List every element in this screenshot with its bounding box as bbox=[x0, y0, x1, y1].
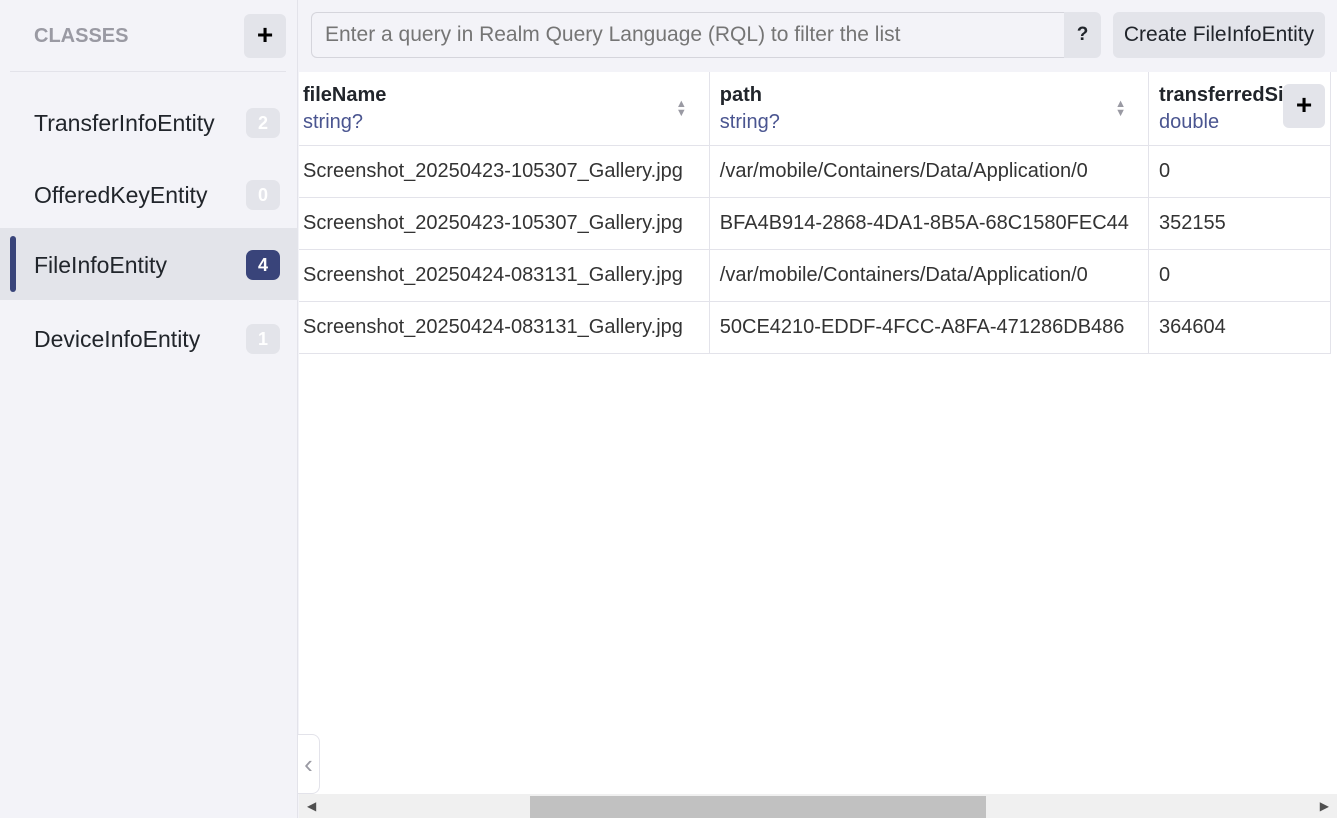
sidebar-item-label: FileInfoEntity bbox=[34, 252, 167, 278]
object-table-area: fileName string? ▲ ▼ path string? ▲ ▼ transfer… bbox=[299, 72, 1337, 794]
scrollbar-thumb[interactable] bbox=[530, 796, 986, 818]
active-indicator bbox=[10, 236, 16, 292]
column-header-path[interactable]: path string? ▲ ▼ bbox=[709, 72, 1150, 146]
create-object-button[interactable]: Create FileInfoEntity bbox=[1113, 12, 1325, 58]
table-row[interactable]: Screenshot_20250423-105307_Gallery.jpg/v… bbox=[299, 145, 1331, 198]
cell[interactable]: Screenshot_20250423-105307_Gallery.jpg bbox=[299, 145, 710, 198]
cell[interactable]: 364604 bbox=[1148, 301, 1331, 354]
cell[interactable]: 50CE4210-EDDF-4FCC-A8FA-471286DB486 bbox=[709, 301, 1150, 354]
horizontal-scrollbar[interactable]: ◀ ▶ bbox=[299, 794, 1337, 818]
count-badge: 4 bbox=[246, 250, 280, 280]
sort-icon[interactable]: ▲ ▼ bbox=[676, 99, 687, 119]
sidebar-item-transferinfoentity[interactable]: TransferInfoEntity 2 bbox=[0, 86, 298, 158]
sidebar-item-label: DeviceInfoEntity bbox=[34, 326, 201, 352]
cell[interactable]: 0 bbox=[1148, 249, 1331, 302]
column-name: fileName bbox=[303, 84, 387, 106]
sidebar-item-label: OfferedKeyEntity bbox=[34, 182, 208, 208]
table-row[interactable]: Screenshot_20250424-083131_Gallery.jpg 50… bbox=[299, 301, 1331, 354]
count-badge: 2 bbox=[246, 108, 280, 138]
sort-icon[interactable]: ▲ ▼ bbox=[1115, 99, 1126, 119]
sidebar-item-offeredkeyentity[interactable]: OfferedKeyEntity 0 bbox=[0, 158, 298, 230]
scroll-right-arrow-icon[interactable]: ▶ bbox=[1320, 799, 1329, 813]
add-class-button[interactable]: + bbox=[244, 14, 286, 58]
add-property-button[interactable]: + bbox=[1283, 84, 1325, 128]
sidebar-item-fileinfoentity[interactable]: FileInfoEntity 4 bbox=[0, 228, 298, 300]
column-header-filename[interactable]: fileName string? ▲ ▼ bbox=[299, 72, 710, 146]
count-badge: 1 bbox=[246, 324, 280, 354]
cell[interactable]: 352155 bbox=[1148, 197, 1331, 250]
rql-search-input[interactable] bbox=[311, 12, 1064, 58]
objects-table: fileName string? ▲ ▼ path string? ▲ ▼ transfer… bbox=[299, 72, 1331, 354]
help-button[interactable]: ? bbox=[1064, 12, 1101, 58]
column-type: string? bbox=[719, 111, 780, 133]
collapse-sidebar-chevron-left-icon[interactable]: ‹ bbox=[298, 734, 320, 794]
cell[interactable]: /var/mobile/Containers/Data/Application/… bbox=[709, 249, 1150, 302]
column-type: string? bbox=[303, 111, 364, 133]
sidebar-item-deviceinfoentity[interactable]: DeviceInfoEntity 1 bbox=[0, 302, 298, 374]
cell[interactable]: Screenshot_20250424-083131_Gallery.jpg bbox=[299, 301, 710, 354]
cell[interactable]: BFA4B914-2868-4DA1-8B5A-68C1580FEC44 bbox=[709, 197, 1150, 250]
sidebar-item-label: TransferInfoEntity bbox=[34, 110, 215, 136]
cell[interactable]: Screenshot_20250424-083131_Gallery.jpg bbox=[299, 249, 710, 302]
classes-title: CLASSES bbox=[34, 25, 129, 47]
table-header-row: fileName string? ▲ ▼ path string? ▲ ▼ transfer… bbox=[299, 72, 1331, 146]
table-row[interactable]: Screenshot_20250423-105307_Gallery.jpg BF… bbox=[299, 197, 1331, 250]
scroll-left-arrow-icon[interactable]: ◀ bbox=[307, 799, 316, 813]
table-row[interactable]: Screenshot_20250424-083131_Gallery.jpg/v… bbox=[299, 249, 1331, 302]
cell[interactable]: Screenshot_20250423-105307_Gallery.jpg bbox=[299, 197, 710, 250]
cell[interactable]: 0 bbox=[1148, 145, 1331, 198]
cell[interactable]: /var/mobile/Containers/Data/Application/… bbox=[709, 145, 1150, 198]
sidebar: CLASSES + TransferInfoEntity 2 OfferedKe… bbox=[0, 0, 298, 818]
count-badge: 0 bbox=[246, 180, 280, 210]
column-name: path bbox=[719, 84, 762, 106]
